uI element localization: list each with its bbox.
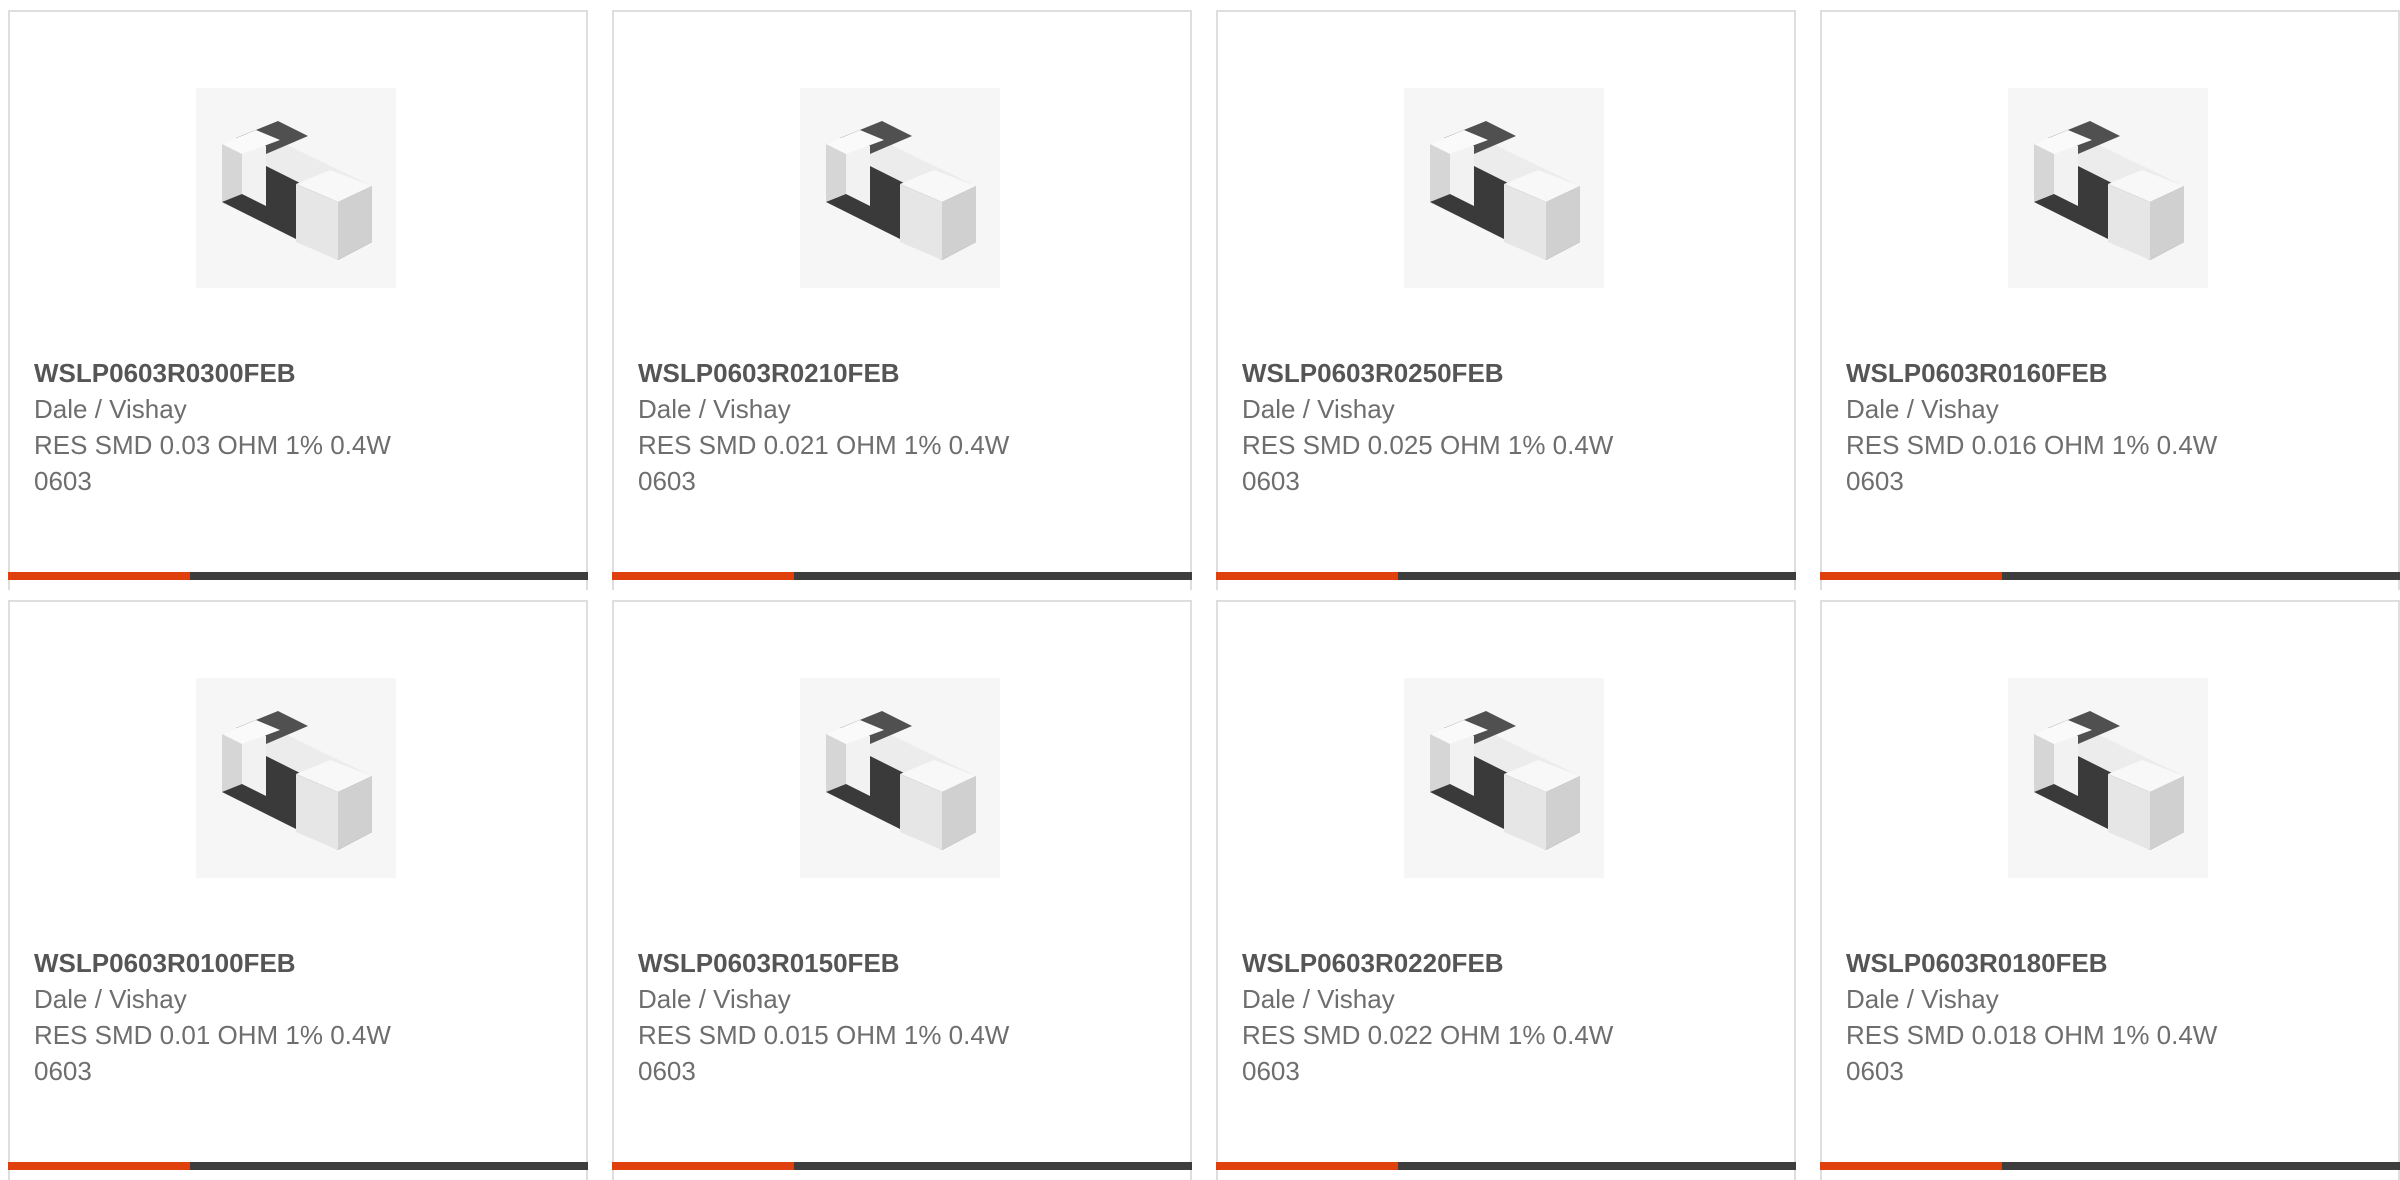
product-image[interactable] (2008, 678, 2208, 878)
description: RES SMD 0.016 OHM 1% 0.4W 0603 (1846, 430, 2218, 496)
card-bottom-bar (612, 1162, 1192, 1170)
card-accent-bar (1216, 572, 1398, 580)
manufacturer: Dale / Vishay (638, 394, 791, 424)
product-image[interactable] (1404, 88, 1604, 288)
card-bottom-bar (1820, 1162, 2400, 1170)
part-number[interactable]: WSLP0603R0250FEB (1242, 355, 1762, 391)
card-accent-bar (612, 1162, 794, 1170)
description: RES SMD 0.015 OHM 1% 0.4W 0603 (638, 1020, 1010, 1086)
part-number[interactable]: WSLP0603R0300FEB (34, 355, 554, 391)
product-card[interactable]: WSLP0603R0250FEB Dale / Vishay RES SMD 0… (1216, 10, 1796, 590)
product-card[interactable]: WSLP0603R0150FEB Dale / Vishay RES SMD 0… (612, 600, 1192, 1180)
card-bottom-bar (1820, 572, 2400, 580)
manufacturer: Dale / Vishay (638, 984, 791, 1014)
product-image[interactable] (2008, 88, 2208, 288)
description: RES SMD 0.025 OHM 1% 0.4W 0603 (1242, 430, 1614, 496)
smd-resistor-icon (2008, 678, 2208, 878)
product-image[interactable] (196, 88, 396, 288)
smd-resistor-icon (196, 88, 396, 288)
card-bottom-bar (1216, 1162, 1796, 1170)
manufacturer: Dale / Vishay (34, 394, 187, 424)
description: RES SMD 0.01 OHM 1% 0.4W 0603 (34, 1020, 391, 1086)
smd-resistor-icon (1404, 678, 1604, 878)
product-card[interactable]: WSLP0603R0180FEB Dale / Vishay RES SMD 0… (1820, 600, 2400, 1180)
product-grid: WSLP0603R0300FEB Dale / Vishay RES SMD 0… (8, 10, 2400, 1180)
card-accent-bar (612, 572, 794, 580)
smd-resistor-icon (196, 678, 396, 878)
product-card[interactable]: WSLP0603R0300FEB Dale / Vishay RES SMD 0… (8, 10, 588, 590)
product-card[interactable]: WSLP0603R0210FEB Dale / Vishay RES SMD 0… (612, 10, 1192, 590)
smd-resistor-icon (800, 88, 1000, 288)
description: RES SMD 0.022 OHM 1% 0.4W 0603 (1242, 1020, 1614, 1086)
product-card[interactable]: WSLP0603R0160FEB Dale / Vishay RES SMD 0… (1820, 10, 2400, 590)
part-number[interactable]: WSLP0603R0220FEB (1242, 945, 1762, 981)
card-accent-bar (1216, 1162, 1398, 1170)
part-number[interactable]: WSLP0603R0180FEB (1846, 945, 2366, 981)
smd-resistor-icon (2008, 88, 2208, 288)
product-card[interactable]: WSLP0603R0220FEB Dale / Vishay RES SMD 0… (1216, 600, 1796, 1180)
product-image[interactable] (800, 88, 1000, 288)
product-image[interactable] (800, 678, 1000, 878)
description: RES SMD 0.03 OHM 1% 0.4W 0603 (34, 430, 391, 496)
card-bottom-bar (8, 1162, 588, 1170)
description: RES SMD 0.021 OHM 1% 0.4W 0603 (638, 430, 1010, 496)
card-bottom-bar (1216, 572, 1796, 580)
description: RES SMD 0.018 OHM 1% 0.4W 0603 (1846, 1020, 2218, 1086)
product-image[interactable] (196, 678, 396, 878)
card-accent-bar (8, 1162, 190, 1170)
part-number[interactable]: WSLP0603R0100FEB (34, 945, 554, 981)
manufacturer: Dale / Vishay (1242, 984, 1395, 1014)
part-number[interactable]: WSLP0603R0150FEB (638, 945, 1158, 981)
card-accent-bar (8, 572, 190, 580)
manufacturer: Dale / Vishay (1242, 394, 1395, 424)
manufacturer: Dale / Vishay (1846, 984, 1999, 1014)
smd-resistor-icon (800, 678, 1000, 878)
card-bottom-bar (8, 572, 588, 580)
smd-resistor-icon (1404, 88, 1604, 288)
product-image[interactable] (1404, 678, 1604, 878)
part-number[interactable]: WSLP0603R0160FEB (1846, 355, 2366, 391)
part-number[interactable]: WSLP0603R0210FEB (638, 355, 1158, 391)
manufacturer: Dale / Vishay (34, 984, 187, 1014)
product-card[interactable]: WSLP0603R0100FEB Dale / Vishay RES SMD 0… (8, 600, 588, 1180)
manufacturer: Dale / Vishay (1846, 394, 1999, 424)
card-accent-bar (1820, 1162, 2002, 1170)
card-accent-bar (1820, 572, 2002, 580)
card-bottom-bar (612, 572, 1192, 580)
